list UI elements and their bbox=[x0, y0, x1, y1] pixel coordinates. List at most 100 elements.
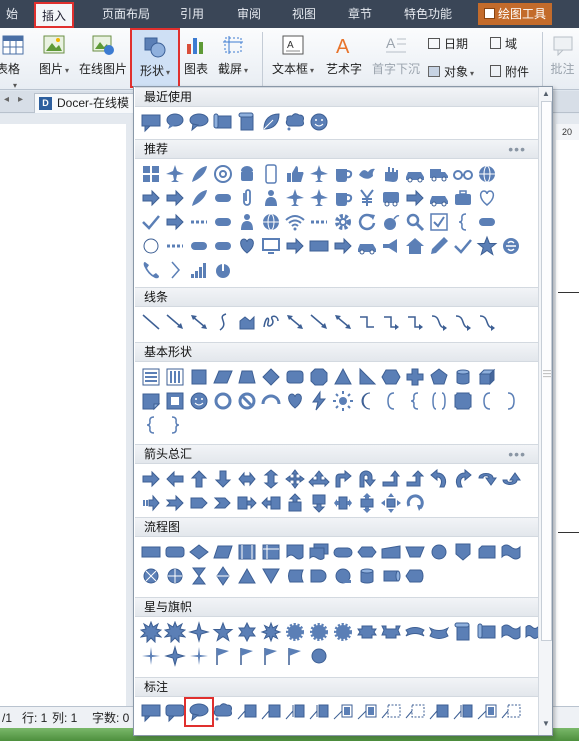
shape-truck-icon[interactable] bbox=[428, 163, 450, 185]
shape-dashL-icon[interactable] bbox=[188, 211, 210, 233]
shape-arrL-icon[interactable] bbox=[164, 468, 186, 490]
shape-curvedconn-icon[interactable] bbox=[476, 311, 498, 333]
shape-callLine-icon[interactable] bbox=[428, 701, 450, 723]
shape-dblarrow-icon[interactable] bbox=[332, 311, 354, 333]
shape-lup-icon[interactable] bbox=[380, 468, 402, 490]
object-button[interactable]: 对象 ▾ bbox=[428, 62, 474, 82]
shape-freeform-icon[interactable] bbox=[236, 311, 258, 333]
shape-lbrace-icon[interactable] bbox=[404, 390, 426, 412]
shape-calloutQuad-icon[interactable] bbox=[380, 492, 402, 514]
shape-phone-icon[interactable] bbox=[260, 163, 282, 185]
shape-fOffpage-icon[interactable] bbox=[452, 541, 474, 563]
shape-circle-icon[interactable] bbox=[308, 645, 330, 667]
shape-calloutD-icon[interactable] bbox=[308, 492, 330, 514]
tab-references[interactable]: 引用 bbox=[174, 4, 210, 24]
shape-heart-icon[interactable] bbox=[284, 390, 306, 412]
table-button[interactable]: 表格▾ bbox=[0, 32, 28, 90]
shape-plane-icon[interactable] bbox=[308, 187, 330, 209]
shape-arrR-icon[interactable] bbox=[164, 211, 186, 233]
shape-arrowline-icon[interactable] bbox=[164, 311, 186, 333]
shape-pill-icon[interactable] bbox=[212, 235, 234, 257]
shape-seal-icon[interactable] bbox=[308, 621, 330, 643]
shape-checkbox-icon[interactable] bbox=[428, 211, 450, 233]
shape-textvert-icon[interactable] bbox=[164, 366, 186, 388]
shape-notchR-icon[interactable] bbox=[164, 492, 186, 514]
shape-check-icon[interactable] bbox=[452, 235, 474, 257]
shape-fSumJ-icon[interactable] bbox=[140, 565, 162, 587]
scroll-right-icon[interactable]: ▸ bbox=[18, 94, 23, 105]
shape-calloutL-icon[interactable] bbox=[260, 492, 282, 514]
shape-power-icon[interactable] bbox=[212, 259, 234, 281]
shape-plane-icon[interactable] bbox=[284, 187, 306, 209]
shape-scribble-icon[interactable] bbox=[260, 311, 282, 333]
shape-arrU-icon[interactable] bbox=[188, 468, 210, 490]
shape-burst-icon[interactable] bbox=[164, 621, 186, 643]
shape-curvU-icon[interactable] bbox=[476, 468, 498, 490]
shape-signal-icon[interactable] bbox=[188, 259, 210, 281]
screenshot-button[interactable]: 截屏 ▾ bbox=[214, 32, 252, 86]
shape-arrLR-icon[interactable] bbox=[236, 468, 258, 490]
shape-fPrep-icon[interactable] bbox=[356, 541, 378, 563]
shape-monitor-icon[interactable] bbox=[260, 235, 282, 257]
shape-callBar-icon[interactable] bbox=[452, 701, 474, 723]
shape-dbrace-icon[interactable] bbox=[428, 390, 450, 412]
shape-calloutUD-icon[interactable] bbox=[356, 492, 378, 514]
shape-callRRect-icon[interactable] bbox=[164, 701, 186, 723]
shape-chevron-icon[interactable] bbox=[212, 492, 234, 514]
shape-callBorder-icon[interactable] bbox=[476, 701, 498, 723]
shape-lbrace-icon[interactable] bbox=[452, 211, 474, 233]
shape-curvR-icon[interactable] bbox=[452, 468, 474, 490]
shape-arc-icon[interactable] bbox=[260, 390, 282, 412]
shape-suitcase-icon[interactable] bbox=[452, 187, 474, 209]
shape-search-icon[interactable] bbox=[404, 211, 426, 233]
shape-callBar-icon[interactable] bbox=[308, 701, 330, 723]
shape-lbrack-icon[interactable] bbox=[476, 390, 498, 412]
shape-smile-icon[interactable] bbox=[308, 111, 330, 133]
tab-start[interactable]: 始 bbox=[0, 4, 24, 24]
shape-globe-icon[interactable] bbox=[476, 163, 498, 185]
shape-gear-icon[interactable] bbox=[332, 211, 354, 233]
shape-fMultiDoc-icon[interactable] bbox=[308, 541, 330, 563]
field-button[interactable]: 域 bbox=[490, 34, 517, 54]
shape-callCloud-icon[interactable] bbox=[212, 701, 234, 723]
docer-tab[interactable]: D Docer-在线模 bbox=[34, 93, 140, 113]
shape-hand-icon[interactable] bbox=[380, 163, 402, 185]
shape-star4-icon[interactable] bbox=[188, 621, 210, 643]
comment-button[interactable]: 批注 bbox=[546, 32, 579, 86]
shape-glasses-icon[interactable] bbox=[452, 163, 474, 185]
more-icon[interactable]: ••• bbox=[508, 140, 526, 159]
shape-globe-icon[interactable] bbox=[260, 211, 282, 233]
shape-flag-icon[interactable] bbox=[212, 645, 234, 667]
tab-review[interactable]: 审阅 bbox=[231, 4, 267, 24]
shape-cyl-icon[interactable] bbox=[452, 366, 474, 388]
shape-arrD-icon[interactable] bbox=[212, 468, 234, 490]
shape-person-icon[interactable] bbox=[236, 211, 258, 233]
shape-clip-icon[interactable] bbox=[236, 187, 258, 209]
shape-fProcess-icon[interactable] bbox=[308, 235, 330, 257]
shape-bentup-icon[interactable] bbox=[404, 468, 426, 490]
shape-pill-icon[interactable] bbox=[212, 211, 234, 233]
shape-chevR-icon[interactable] bbox=[164, 259, 186, 281]
shape-oct-icon[interactable] bbox=[308, 366, 330, 388]
shape-trap-icon[interactable] bbox=[236, 366, 258, 388]
scroll-left-icon[interactable]: ◂ bbox=[4, 94, 9, 105]
shape-yen-icon[interactable] bbox=[356, 187, 378, 209]
shape-ie-icon[interactable] bbox=[500, 235, 522, 257]
tab-insert[interactable]: 插入 bbox=[34, 2, 75, 28]
shape-wave-icon[interactable] bbox=[500, 621, 522, 643]
scroll-down-icon[interactable]: ▼ bbox=[542, 719, 550, 728]
shape-moon-icon[interactable] bbox=[356, 390, 378, 412]
shape-refresh-icon[interactable] bbox=[356, 211, 378, 233]
tab-page-layout[interactable]: 页面布局 bbox=[96, 4, 156, 24]
shape-plaque-icon[interactable] bbox=[452, 390, 474, 412]
tab-view[interactable]: 视图 bbox=[286, 4, 322, 24]
shape-fConn-icon[interactable] bbox=[428, 541, 450, 563]
shape-fDelay-icon[interactable] bbox=[308, 565, 330, 587]
shape-rbrack-icon[interactable] bbox=[500, 390, 522, 412]
shape-house-icon[interactable] bbox=[404, 235, 426, 257]
shape-star6-icon[interactable] bbox=[236, 621, 258, 643]
shape-rtri-icon[interactable] bbox=[356, 366, 378, 388]
shape-sparkle-icon[interactable] bbox=[188, 645, 210, 667]
shape-arrR-icon[interactable] bbox=[284, 235, 306, 257]
shape-fMag-icon[interactable] bbox=[356, 565, 378, 587]
